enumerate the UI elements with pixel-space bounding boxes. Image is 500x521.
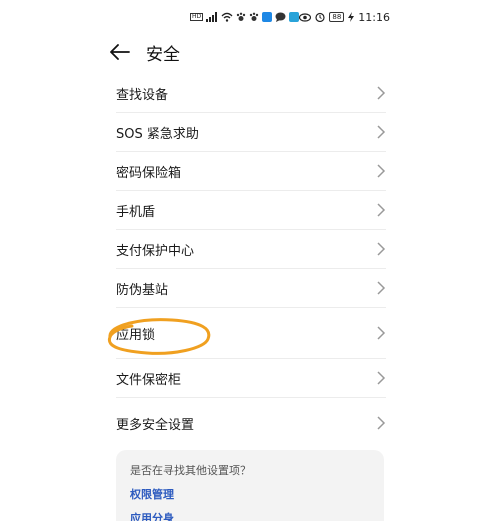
list-item-password-vault[interactable]: 密码保险箱	[116, 152, 386, 191]
list-item-sos[interactable]: SOS 紧急求助	[116, 113, 386, 152]
list-item-label: 密码保险箱	[116, 165, 182, 181]
chevron-right-icon	[377, 86, 386, 100]
list-item-label: 手机盾	[116, 204, 156, 220]
signal-icon	[206, 12, 218, 22]
chevron-right-icon	[377, 203, 386, 217]
paw-icon	[236, 12, 246, 21]
back-arrow-icon	[110, 44, 130, 60]
list-item-more-security[interactable]: 更多安全设置	[116, 398, 386, 448]
status-bar: HD 88 11:16	[190, 8, 390, 26]
header: 安全	[110, 38, 180, 66]
status-left-icons: HD	[190, 12, 300, 22]
status-time: 11:16	[358, 10, 390, 24]
battery-icon: 88	[329, 12, 345, 22]
chevron-right-icon	[377, 326, 386, 340]
security-settings-page: HD 88 11:16 安全 查找设备 SOS 紧急求助 密码保险箱 手机盾 支…	[0, 0, 500, 521]
list-item-app-lock[interactable]: 应用锁	[116, 308, 386, 359]
suggestion-link-app-twin[interactable]: 应用分身	[130, 510, 370, 521]
settings-list: 查找设备 SOS 紧急求助 密码保险箱 手机盾 支付保护中心 防伪基站 应用锁	[116, 74, 386, 448]
app-notification-icon	[262, 12, 273, 22]
chevron-right-icon	[377, 242, 386, 256]
charging-icon	[348, 12, 355, 22]
list-item-label: 更多安全设置	[116, 417, 195, 433]
list-item-label: 应用锁	[116, 327, 156, 343]
chevron-right-icon	[377, 416, 386, 430]
app-notification-icon	[289, 12, 300, 22]
wifi-icon	[221, 12, 233, 22]
eye-icon	[299, 12, 312, 22]
list-item-label: SOS 紧急求助	[116, 126, 199, 142]
status-right-icons: 88 11:16	[299, 11, 390, 24]
page-title: 安全	[146, 44, 180, 65]
suggestion-link-permissions[interactable]: 权限管理	[130, 486, 370, 502]
list-item-file-safe[interactable]: 文件保密柜	[116, 359, 386, 398]
list-item-label: 防伪基站	[116, 282, 169, 298]
list-item-payment-protection[interactable]: 支付保护中心	[116, 230, 386, 269]
chevron-right-icon	[377, 125, 386, 139]
chevron-right-icon	[377, 164, 386, 178]
list-item-phone-shield[interactable]: 手机盾	[116, 191, 386, 230]
paw-icon	[249, 12, 259, 21]
alarm-icon	[315, 12, 325, 22]
list-item-fake-base-station[interactable]: 防伪基站	[116, 269, 386, 308]
chat-icon	[275, 12, 286, 22]
list-item-label: 文件保密柜	[116, 372, 182, 388]
suggestion-question: 是否在寻找其他设置项？	[130, 464, 251, 477]
list-item-label: 查找设备	[116, 87, 169, 103]
back-button[interactable]	[110, 38, 138, 66]
list-item-label: 支付保护中心	[116, 243, 195, 259]
suggestion-card: 是否在寻找其他设置项？ 权限管理 应用分身	[116, 450, 384, 521]
hd-icon: HD	[190, 13, 204, 21]
list-item-find-device[interactable]: 查找设备	[116, 74, 386, 113]
chevron-right-icon	[377, 371, 386, 385]
chevron-right-icon	[377, 281, 386, 295]
